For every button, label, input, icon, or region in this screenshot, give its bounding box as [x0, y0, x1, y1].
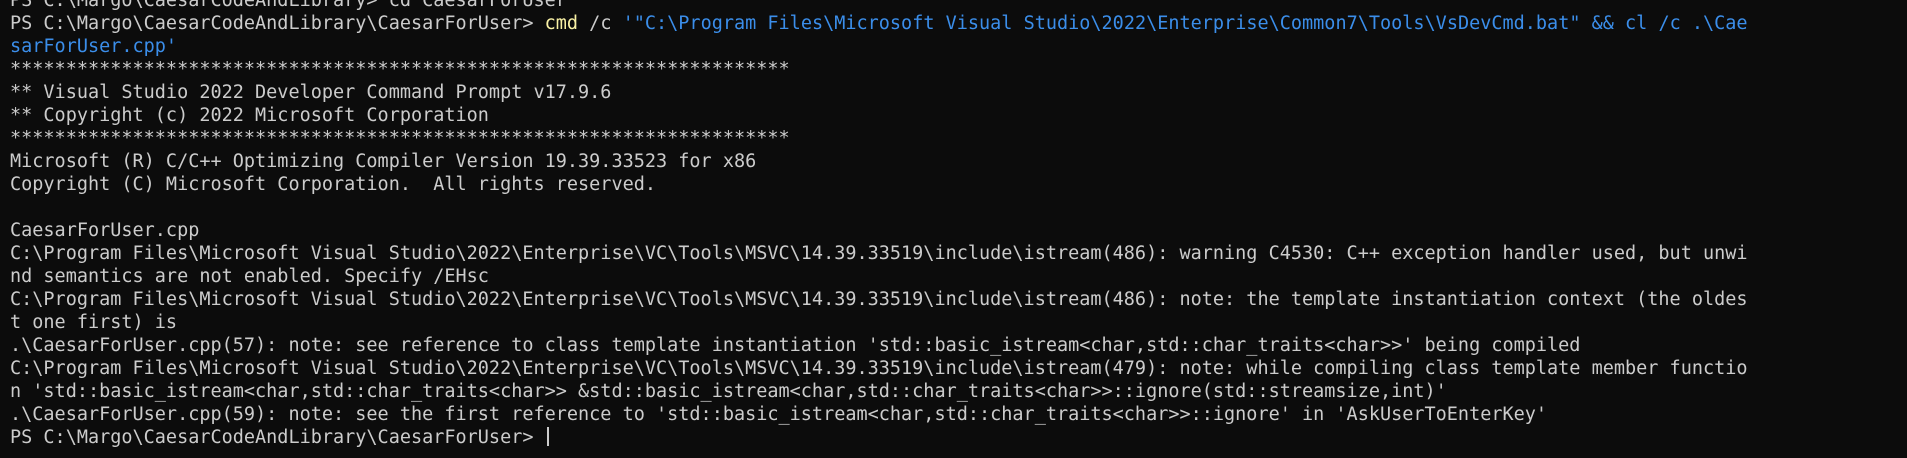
terminal-line: ****************************************… — [10, 128, 790, 149]
terminal-line: Microsoft (R) C/C++ Optimizing Compiler … — [10, 151, 757, 172]
prompt-text: PS C:\Margo\CaesarCodeAndLibrary\CaesarF… — [10, 13, 545, 34]
terminal-line: CaesarForUser.cpp — [10, 220, 200, 241]
terminal-line-note: .\CaesarForUser.cpp(57): note: see refer… — [10, 335, 1581, 356]
command-argument: '"C:\Program Files\Microsoft Visual Stud… — [622, 13, 1748, 34]
terminal-line-note: .\CaesarForUser.cpp(59): note: see the f… — [10, 404, 1548, 425]
text-cursor — [546, 427, 549, 446]
terminal-line-command-wrap: sarForUser.cpp' — [10, 36, 178, 57]
command-name: cmd — [544, 13, 579, 34]
terminal-line-note: t one first) is — [10, 312, 178, 333]
terminal-line-warning: C:\Program Files\Microsoft Visual Studio… — [10, 243, 1748, 264]
prompt-text: PS C:\Margo\CaesarCodeAndLibrary\CaesarF… — [10, 427, 545, 448]
terminal-line-note: C:\Program Files\Microsoft Visual Studio… — [10, 358, 1748, 379]
terminal-line: Copyright (C) Microsoft Corporation. All… — [10, 174, 657, 195]
terminal-line-prompt[interactable]: PS C:\Margo\CaesarCodeAndLibrary\CaesarF… — [10, 426, 1903, 449]
terminal-line: ****************************************… — [10, 59, 790, 80]
terminal-line: PS C:\Margo\CaesarCodeAndLibrary> cd Cae… — [10, 0, 567, 11]
terminal-window[interactable]: PS C:\Margo\CaesarCodeAndLibrary> cd Cae… — [0, 0, 1907, 458]
terminal-line: ** Copyright (c) 2022 Microsoft Corporat… — [10, 105, 489, 126]
terminal-line-warning: nd semantics are not enabled. Specify /E… — [10, 266, 489, 287]
terminal-line-note: C:\Program Files\Microsoft Visual Studio… — [10, 289, 1748, 310]
command-flag: /c — [578, 13, 623, 34]
terminal-output: PS C:\Margo\CaesarCodeAndLibrary> cd Cae… — [10, 0, 1903, 449]
terminal-line-note: n 'std::basic_istream<char,std::char_tra… — [10, 381, 1447, 402]
terminal-line-command: PS C:\Margo\CaesarCodeAndLibrary\CaesarF… — [10, 12, 1903, 35]
terminal-line: ** Visual Studio 2022 Developer Command … — [10, 82, 612, 103]
